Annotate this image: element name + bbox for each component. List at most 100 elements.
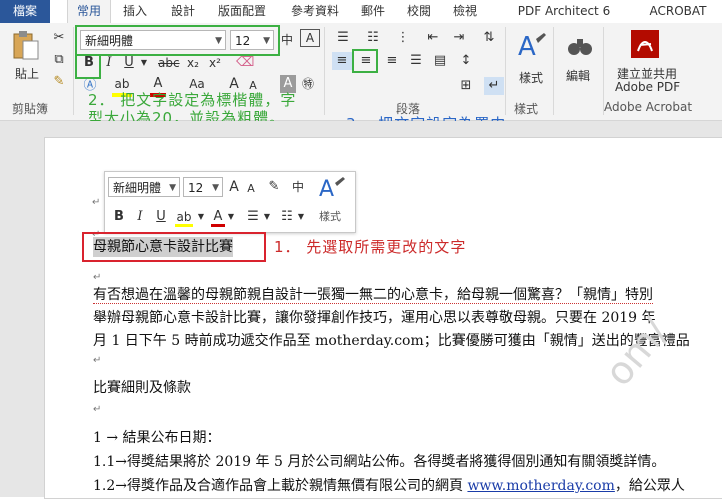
- shrink-font-icon[interactable]: A: [245, 180, 257, 198]
- tab-references[interactable]: 參考資料: [285, 0, 345, 23]
- line-spacing-icon[interactable]: ↕: [456, 52, 476, 70]
- bold-highlight-box: [75, 54, 101, 79]
- mini-styles-label: 樣式: [319, 210, 341, 223]
- mini-font-name-combo[interactable]: 新細明體 ▼: [108, 177, 180, 197]
- cut-icon[interactable]: ✂: [50, 29, 68, 47]
- font-color-bar: [211, 224, 225, 227]
- motherday-link[interactable]: www.motherday.com: [467, 478, 614, 494]
- clear-formatting-icon[interactable]: ⌫: [236, 54, 254, 72]
- chevron-down-icon[interactable]: ▼: [140, 54, 148, 72]
- mini-toolbar: 新細明體 ▼ 12 ▼ A A ✎ 中 A 樣式 B I U ab ▼ A ▼ …: [104, 171, 356, 233]
- tab-insert[interactable]: 插入: [118, 0, 152, 23]
- rule-item-1-2: 1.2→得獎作品及合適作品會上載於親情無價有限公司的網頁 www.motherd…: [93, 478, 685, 494]
- rule-item-1: 1 → 結果公布日期：: [93, 430, 221, 446]
- paragraph-mark: ↵: [92, 197, 101, 208]
- phonetic-guide-icon[interactable]: 中: [278, 31, 296, 49]
- mini-font-name-value: 新細明體: [113, 181, 162, 195]
- multilevel-list-icon[interactable]: ⋮: [392, 29, 414, 47]
- group-divider: [324, 27, 325, 115]
- styles-icon[interactable]: A: [317, 174, 347, 202]
- tab-pdf-architect[interactable]: PDF Architect 6 Creator: [494, 0, 634, 41]
- group-divider: [505, 27, 506, 115]
- tab-acrobat[interactable]: ACROBAT: [644, 0, 712, 23]
- tab-mailings[interactable]: 郵件: [356, 0, 390, 23]
- mini-font-size-combo[interactable]: 12 ▼: [183, 177, 223, 197]
- increase-indent-icon[interactable]: ⇥: [448, 29, 470, 47]
- binoculars-icon: [568, 39, 592, 55]
- styles-button[interactable]: A 樣式: [512, 29, 550, 93]
- format-painter-icon[interactable]: ✎: [265, 178, 283, 196]
- chevron-down-icon[interactable]: ▼: [263, 208, 271, 226]
- phonetic-guide-icon[interactable]: 中: [289, 178, 307, 196]
- paste-icon: [13, 31, 39, 60]
- mini-font-size-value: 12: [188, 181, 204, 195]
- create-adobe-pdf-button[interactable]: 建立並共用 Adobe PDF: [608, 27, 718, 97]
- rules-heading: 比賽細則及條款: [93, 380, 191, 396]
- tab-layout[interactable]: 版面配置: [212, 0, 272, 23]
- character-border-icon[interactable]: A: [300, 29, 320, 47]
- tab-home[interactable]: 常用: [67, 0, 111, 25]
- editing-label: 編輯: [566, 69, 591, 83]
- intro-paragraph-line1: 有否想過在溫馨的母親節親自設計一張獨一無二的心意卡，給母親一個驚喜？「親情」特別: [93, 287, 653, 304]
- bullets-icon[interactable]: ☰: [332, 29, 354, 47]
- chevron-down-icon[interactable]: ▼: [297, 208, 305, 226]
- tab-view[interactable]: 檢視: [448, 0, 482, 23]
- chevron-down-icon[interactable]: ▼: [227, 208, 235, 226]
- format-painter-icon[interactable]: ✎: [50, 73, 68, 91]
- group-divider: [73, 27, 74, 115]
- italic-icon[interactable]: I: [102, 54, 116, 72]
- adobe-button-line2: Adobe PDF: [615, 80, 681, 94]
- svg-text:A: A: [319, 177, 334, 202]
- paragraph-mark: ↵: [93, 404, 102, 415]
- sort-icon[interactable]: ⇅: [478, 29, 500, 47]
- show-hide-marks-icon[interactable]: ↵: [484, 77, 504, 95]
- styles-label: 樣式: [519, 71, 544, 85]
- intro-paragraph-line2: 舉辦母親節心意卡設計比賽，讓你發揮創作技巧，運用心思以表尊敬母親。只要在 201…: [93, 310, 656, 326]
- tab-review[interactable]: 校閱: [402, 0, 436, 23]
- paragraph-mark: ↵: [93, 355, 102, 366]
- tab-file[interactable]: 檔案: [0, 0, 50, 23]
- styles-icon: A: [518, 32, 546, 62]
- adobe-group-label: Adobe Acrobat: [604, 100, 693, 114]
- justify-icon[interactable]: ☰: [406, 52, 426, 70]
- enclose-characters-icon[interactable]: ㊕: [300, 75, 316, 93]
- chevron-down-icon: ▼: [169, 183, 176, 193]
- bold-icon[interactable]: B: [113, 208, 125, 226]
- borders-icon[interactable]: ⊞: [456, 77, 476, 95]
- paste-label: 貼上: [15, 67, 40, 81]
- rule-item-1-1: 1.1→得獎結果將於 2019 年 5 月於公司網站公佈。各得獎者將獲得個別通知…: [93, 454, 666, 470]
- chevron-down-icon[interactable]: ▼: [197, 208, 205, 226]
- font-highlight-box: [75, 25, 280, 56]
- adobe-pdf-icon: [631, 30, 659, 58]
- numbering-icon[interactable]: ☷: [279, 208, 295, 226]
- center-align-highlight-box: [352, 49, 378, 73]
- underline-icon[interactable]: U: [155, 208, 167, 226]
- tab-design[interactable]: 設計: [166, 0, 200, 23]
- paragraph-mark: ↵: [93, 272, 102, 283]
- superscript-icon[interactable]: x²: [206, 54, 224, 72]
- group-divider: [553, 27, 554, 115]
- distributed-icon[interactable]: ▤: [430, 52, 450, 70]
- bullets-icon[interactable]: ☰: [245, 208, 261, 226]
- copy-icon[interactable]: ⧉: [50, 51, 68, 69]
- step1-annotation: 1． 先選取所需更改的文字: [274, 238, 467, 256]
- editing-button[interactable]: 編輯: [560, 29, 600, 93]
- intro-paragraph-line3: 月 1 日下午 5 時前成功遞交作品至 motherday.com；比賽優勝可獲…: [93, 333, 690, 349]
- align-right-icon[interactable]: ≡: [382, 52, 402, 70]
- decrease-indent-icon[interactable]: ⇤: [422, 29, 444, 47]
- underline-icon[interactable]: U: [122, 54, 136, 72]
- subscript-icon[interactable]: x₂: [184, 54, 202, 72]
- italic-icon[interactable]: I: [135, 208, 145, 226]
- numbering-icon[interactable]: ☷: [362, 29, 384, 47]
- clipboard-group-label: 剪貼簿: [12, 102, 49, 116]
- svg-text:A: A: [518, 32, 536, 62]
- highlight-color-bar: [175, 224, 193, 227]
- chevron-down-icon: ▼: [212, 183, 219, 193]
- paste-button[interactable]: 貼上: [8, 27, 44, 85]
- strikethrough-icon[interactable]: abc: [158, 54, 180, 72]
- selection-highlight-box: [82, 232, 266, 262]
- styles-group-label: 樣式: [514, 102, 539, 116]
- align-left-icon[interactable]: ≡: [332, 52, 352, 70]
- ribbon-tab-bar: 檔案 常用 插入 設計 版面配置 參考資料 郵件 校閱 檢視 PDF Archi…: [0, 0, 722, 41]
- grow-font-icon[interactable]: A: [227, 178, 241, 196]
